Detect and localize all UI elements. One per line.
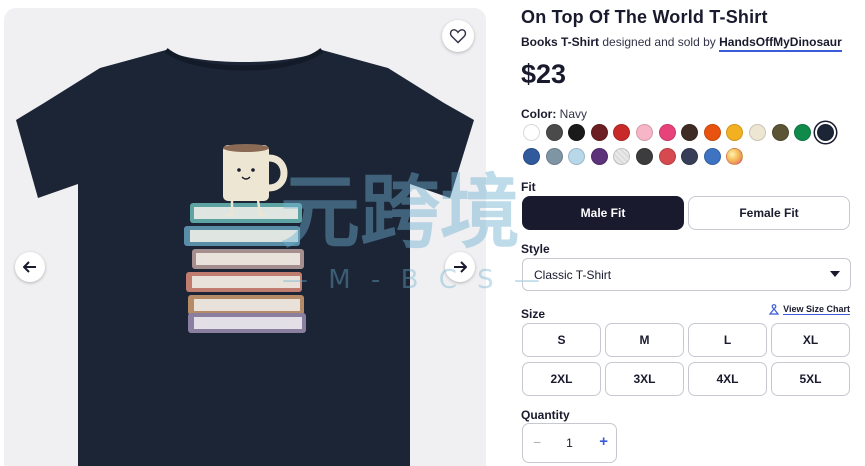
size-label: Size [521,307,546,321]
quantity-stepper: − 1 + [522,423,617,463]
previous-image-button[interactable] [15,252,45,282]
chevron-down-icon [830,271,840,277]
product-title: On Top Of The World T-Shirt [521,7,768,27]
size-option-3xl[interactable]: 3XL [605,362,684,396]
fit-label: Fit [521,180,536,194]
color-swatch-military-green[interactable] [771,124,789,141]
size-chart-icon [769,304,780,315]
color-swatch-orange[interactable] [703,124,721,141]
seller-link[interactable]: HandsOffMyDinosaur [719,35,842,52]
color-swatch-maroon[interactable] [590,124,608,141]
size-option-2xl[interactable]: 2XL [522,362,601,396]
color-label: Color: Navy [521,107,587,121]
product-price: $23 [521,59,567,89]
color-swatch-heather-blue[interactable] [545,148,563,165]
selected-color-name: Navy [559,107,588,121]
style-select[interactable]: Classic T-Shirt [522,258,851,291]
fit-option-female[interactable]: Female Fit [688,196,850,230]
style-label: Style [521,242,550,256]
favorite-button[interactable] [442,20,474,52]
color-swatch-heather-red[interactable] [658,148,676,165]
product-byline: Books T-Shirt designed and sold by Hands… [521,35,842,52]
category-link[interactable]: Books T-Shirt [521,35,599,49]
style-select-value: Classic T-Shirt [534,267,612,282]
color-label-text: Color: [521,107,557,121]
arrow-right-icon [454,261,467,273]
arrow-left-icon [23,261,36,273]
color-swatch-heather-navy[interactable] [681,148,699,165]
size-option-s[interactable]: S [522,323,601,357]
product-image-gallery [4,8,486,466]
color-swatch-navy[interactable] [816,124,834,141]
books-illustration [184,203,306,333]
size-option-l[interactable]: L [688,323,767,357]
color-swatch-black[interactable] [568,124,586,141]
next-image-button[interactable] [445,252,475,282]
fit-option-male[interactable]: Male Fit [522,196,684,230]
quantity-label: Quantity [521,408,570,422]
color-swatch-light-blue[interactable] [568,148,586,165]
color-swatch-heather-grey[interactable] [613,148,631,165]
quantity-increase-button[interactable]: + [599,433,608,450]
size-option-5xl[interactable]: 5XL [771,362,850,396]
product-image [16,48,474,466]
size-chart-text: View Size Chart [783,304,850,315]
color-swatch-gold[interactable] [726,124,744,141]
view-size-chart-link[interactable]: View Size Chart [769,304,850,315]
color-swatch-white[interactable] [523,124,540,141]
size-option-4xl[interactable]: 4XL [688,362,767,396]
color-swatch-charcoal[interactable] [636,148,653,165]
color-swatch-purple[interactable] [590,148,608,165]
color-swatch-dark-chocolate[interactable] [681,124,699,141]
color-swatch-tie-dye[interactable] [726,148,744,165]
color-swatch-kelly-green[interactable] [794,124,812,141]
color-swatch-natural[interactable] [749,124,766,141]
color-swatch-heather-royal[interactable] [703,148,721,165]
color-swatch-heliconia[interactable] [658,124,676,141]
heart-icon [449,29,467,44]
color-swatch-light-pink[interactable] [636,124,653,141]
size-option-xl[interactable]: XL [771,323,850,357]
color-swatch-dark-heather[interactable] [545,124,563,141]
size-option-m[interactable]: M [605,323,684,357]
color-swatch-royal[interactable] [523,148,540,165]
color-swatch-red[interactable] [613,124,631,141]
byline-text: designed and sold by [599,35,720,49]
